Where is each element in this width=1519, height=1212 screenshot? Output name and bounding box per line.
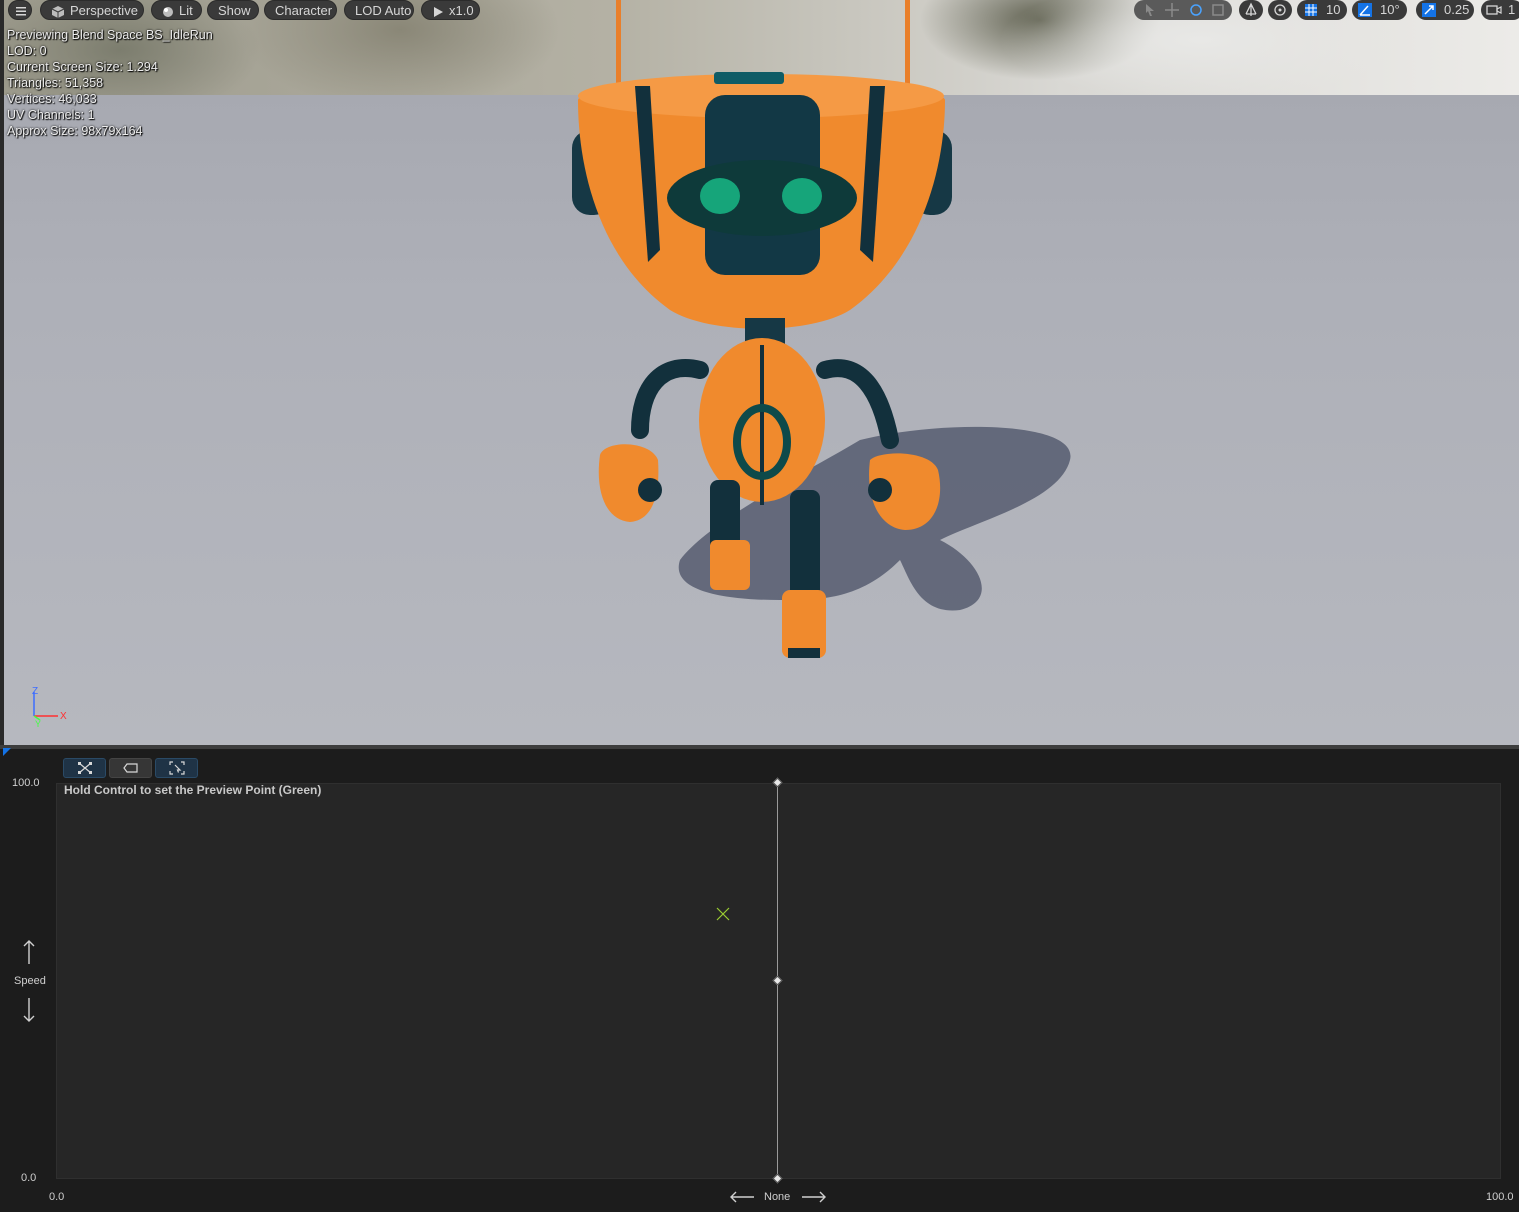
preview-viewport[interactable]: Perspective Lit Show Character LOD Auto …: [0, 0, 1519, 745]
camera-speed-value: 1: [1508, 2, 1516, 17]
grid-snap-button[interactable]: 10: [1297, 0, 1347, 20]
preview-point-marker[interactable]: [715, 906, 731, 922]
y-axis-max-label: 100.0: [12, 777, 40, 789]
blend-space-editor: Hold Control to set the Preview Point (G…: [0, 745, 1519, 1212]
world-coordinates-icon: [1245, 2, 1257, 16]
scale-snap-button[interactable]: 0.25: [1416, 0, 1474, 20]
perspective-view-button[interactable]: Perspective: [40, 0, 144, 20]
transform-mode-group: [1134, 0, 1232, 20]
play-icon: [434, 6, 443, 17]
show-button[interactable]: Show: [207, 0, 259, 20]
lod-button[interactable]: LOD Auto: [344, 0, 414, 20]
grid-snap-value: 10: [1326, 2, 1341, 17]
triangulation-toggle-icon: [123, 763, 138, 773]
scale-snap-icon: [1422, 3, 1436, 17]
arrow-up-icon: [23, 940, 35, 964]
y-axis-name: Speed: [14, 975, 46, 987]
camera-speed-button[interactable]: 1: [1481, 0, 1519, 20]
stats-line: Previewing Blend Space BS_IdleRun: [7, 28, 213, 42]
grid-snap-toggle-button[interactable]: [63, 758, 106, 778]
cube-icon: [51, 5, 65, 18]
splitter[interactable]: [0, 745, 1519, 749]
rotation-snap-value: 10°: [1380, 2, 1400, 17]
viewport-options-button[interactable]: [8, 0, 32, 20]
select-icon[interactable]: [1142, 2, 1158, 18]
angle-icon: [1358, 3, 1372, 17]
character-button[interactable]: Character: [264, 0, 337, 20]
show-label: Show: [218, 3, 251, 18]
playback-speed-button[interactable]: x1.0: [421, 0, 480, 20]
grid-snap-icon: [78, 762, 92, 774]
rotation-snap-button[interactable]: 10°: [1352, 0, 1407, 20]
x-axis-max-label: 100.0: [1486, 1191, 1514, 1203]
playback-speed-label: x1.0: [449, 3, 474, 18]
x-axis-label: X: [60, 711, 67, 722]
character-label: Character: [275, 3, 333, 18]
stats-line: UV Channels: 1: [7, 108, 95, 122]
lit-sphere-icon: [163, 6, 173, 17]
stats-line: Triangles: 51,358: [7, 76, 104, 90]
surface-snapping-button[interactable]: [1268, 0, 1292, 20]
x-axis-name: None: [764, 1191, 791, 1203]
x-axis-min-label: 0.0: [49, 1191, 65, 1203]
stats-line: LOD: 0: [7, 44, 47, 58]
axis-gizmo: Z X Y: [32, 686, 67, 728]
lod-label: LOD Auto: [355, 3, 412, 18]
viewport-stats-overlay: Previewing Blend Space BS_IdleRun LOD: 0…: [7, 27, 213, 139]
fit-view-icon: [169, 761, 185, 775]
hamburger-menu-icon: [16, 7, 26, 16]
y-axis-label: Y: [35, 719, 41, 728]
rotate-icon[interactable]: [1188, 2, 1204, 18]
grid-icon: [1305, 4, 1317, 16]
preview-point-hint: Hold Control to set the Preview Point (G…: [64, 783, 322, 797]
triangulation-toggle-button[interactable]: [109, 758, 152, 778]
robot-character-mesh: [572, 0, 1071, 658]
surface-snap-icon: [1274, 4, 1286, 16]
focus-indicator: [3, 748, 11, 756]
viewport-border: [0, 0, 4, 745]
coordinate-system-button[interactable]: [1239, 0, 1263, 20]
arrow-down-icon: [23, 998, 35, 1022]
perspective-label: Perspective: [70, 3, 138, 18]
stats-line: Current Screen Size: 1.294: [7, 60, 158, 74]
arrow-right-icon: [802, 1191, 826, 1203]
lit-mode-button[interactable]: Lit: [151, 0, 202, 20]
stats-line: Vertices: 46,033: [7, 92, 97, 106]
camera-icon: [1486, 5, 1502, 15]
arrow-left-icon: [730, 1191, 754, 1203]
translate-icon[interactable]: [1164, 2, 1180, 18]
fit-view-button[interactable]: [155, 758, 198, 778]
lit-label: Lit: [179, 3, 193, 18]
stats-line: Approx Size: 98x79x164: [7, 124, 143, 138]
scale-snap-value: 0.25: [1444, 2, 1470, 17]
y-axis-min-label: 0.0: [21, 1172, 37, 1184]
z-axis-label: Z: [32, 686, 38, 697]
scale-icon[interactable]: [1210, 2, 1226, 18]
